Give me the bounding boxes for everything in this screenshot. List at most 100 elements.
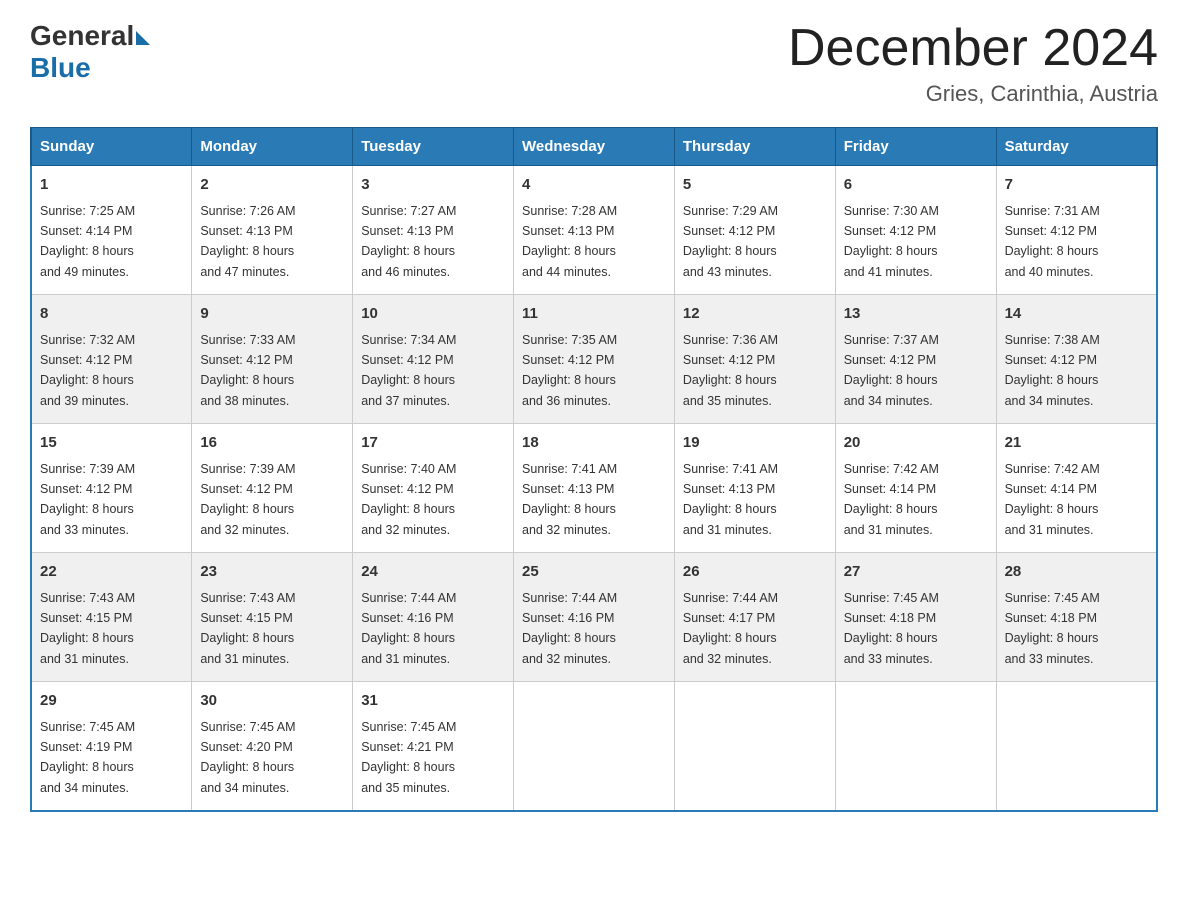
day-number: 14 bbox=[1005, 303, 1148, 326]
day-info: Sunrise: 7:39 AMSunset: 4:12 PMDaylight:… bbox=[40, 462, 135, 537]
calendar-day-cell: 7 Sunrise: 7:31 AMSunset: 4:12 PMDaylight… bbox=[996, 166, 1157, 295]
day-info: Sunrise: 7:30 AMSunset: 4:12 PMDaylight:… bbox=[844, 204, 939, 279]
day-number: 17 bbox=[361, 432, 505, 455]
calendar-col-header: Saturday bbox=[996, 128, 1157, 166]
day-info: Sunrise: 7:33 AMSunset: 4:12 PMDaylight:… bbox=[200, 333, 295, 408]
calendar-day-cell: 12 Sunrise: 7:36 AMSunset: 4:12 PMDayligh… bbox=[674, 295, 835, 424]
calendar-day-cell: 11 Sunrise: 7:35 AMSunset: 4:12 PMDayligh… bbox=[514, 295, 675, 424]
calendar-table: SundayMondayTuesdayWednesdayThursdayFrid… bbox=[30, 127, 1158, 812]
day-number: 23 bbox=[200, 561, 344, 584]
day-number: 7 bbox=[1005, 174, 1148, 197]
calendar-day-cell: 14 Sunrise: 7:38 AMSunset: 4:12 PMDayligh… bbox=[996, 295, 1157, 424]
title-area: December 2024 Gries, Carinthia, Austria bbox=[788, 20, 1158, 107]
day-number: 31 bbox=[361, 690, 505, 713]
calendar-day-cell: 15 Sunrise: 7:39 AMSunset: 4:12 PMDayligh… bbox=[31, 424, 192, 553]
calendar-col-header: Thursday bbox=[674, 128, 835, 166]
calendar-week-row: 22 Sunrise: 7:43 AMSunset: 4:15 PMDayligh… bbox=[31, 553, 1157, 682]
calendar-day-cell bbox=[674, 682, 835, 812]
day-info: Sunrise: 7:27 AMSunset: 4:13 PMDaylight:… bbox=[361, 204, 456, 279]
calendar-day-cell: 31 Sunrise: 7:45 AMSunset: 4:21 PMDayligh… bbox=[353, 682, 514, 812]
day-info: Sunrise: 7:45 AMSunset: 4:19 PMDaylight:… bbox=[40, 720, 135, 795]
day-info: Sunrise: 7:45 AMSunset: 4:21 PMDaylight:… bbox=[361, 720, 456, 795]
page-header: General Blue December 2024 Gries, Carint… bbox=[30, 20, 1158, 107]
calendar-col-header: Wednesday bbox=[514, 128, 675, 166]
day-number: 30 bbox=[200, 690, 344, 713]
day-info: Sunrise: 7:41 AMSunset: 4:13 PMDaylight:… bbox=[522, 462, 617, 537]
day-info: Sunrise: 7:45 AMSunset: 4:18 PMDaylight:… bbox=[844, 591, 939, 666]
day-number: 22 bbox=[40, 561, 183, 584]
calendar-day-cell: 24 Sunrise: 7:44 AMSunset: 4:16 PMDayligh… bbox=[353, 553, 514, 682]
day-number: 5 bbox=[683, 174, 827, 197]
calendar-day-cell: 26Sunrise: 7:44 AMSunset: 4:17 PMDayligh… bbox=[674, 553, 835, 682]
calendar-week-row: 8 Sunrise: 7:32 AMSunset: 4:12 PMDaylight… bbox=[31, 295, 1157, 424]
day-number: 11 bbox=[522, 303, 666, 326]
day-info: Sunrise: 7:38 AMSunset: 4:12 PMDaylight:… bbox=[1005, 333, 1100, 408]
calendar-day-cell: 23 Sunrise: 7:43 AMSunset: 4:15 PMDayligh… bbox=[192, 553, 353, 682]
day-number: 3 bbox=[361, 174, 505, 197]
day-info: Sunrise: 7:31 AMSunset: 4:12 PMDaylight:… bbox=[1005, 204, 1100, 279]
calendar-col-header: Monday bbox=[192, 128, 353, 166]
day-number: 13 bbox=[844, 303, 988, 326]
day-info: Sunrise: 7:28 AMSunset: 4:13 PMDaylight:… bbox=[522, 204, 617, 279]
calendar-day-cell: 4Sunrise: 7:28 AMSunset: 4:13 PMDaylight… bbox=[514, 166, 675, 295]
logo: General Blue bbox=[30, 20, 150, 84]
day-number: 6 bbox=[844, 174, 988, 197]
calendar-day-cell: 27 Sunrise: 7:45 AMSunset: 4:18 PMDayligh… bbox=[835, 553, 996, 682]
day-info: Sunrise: 7:35 AMSunset: 4:12 PMDaylight:… bbox=[522, 333, 617, 408]
day-info: Sunrise: 7:44 AMSunset: 4:16 PMDaylight:… bbox=[522, 591, 617, 666]
day-info: Sunrise: 7:37 AMSunset: 4:12 PMDaylight:… bbox=[844, 333, 939, 408]
calendar-day-cell bbox=[514, 682, 675, 812]
day-info: Sunrise: 7:40 AMSunset: 4:12 PMDaylight:… bbox=[361, 462, 456, 537]
location-subtitle: Gries, Carinthia, Austria bbox=[788, 81, 1158, 107]
calendar-day-cell: 3 Sunrise: 7:27 AMSunset: 4:13 PMDaylight… bbox=[353, 166, 514, 295]
logo-general-text: General bbox=[30, 20, 134, 52]
calendar-day-cell: 5Sunrise: 7:29 AMSunset: 4:12 PMDaylight… bbox=[674, 166, 835, 295]
calendar-day-cell: 13 Sunrise: 7:37 AMSunset: 4:12 PMDayligh… bbox=[835, 295, 996, 424]
calendar-day-cell: 30 Sunrise: 7:45 AMSunset: 4:20 PMDayligh… bbox=[192, 682, 353, 812]
day-info: Sunrise: 7:44 AMSunset: 4:16 PMDaylight:… bbox=[361, 591, 456, 666]
day-info: Sunrise: 7:41 AMSunset: 4:13 PMDaylight:… bbox=[683, 462, 778, 537]
calendar-day-cell: 25Sunrise: 7:44 AMSunset: 4:16 PMDayligh… bbox=[514, 553, 675, 682]
day-number: 12 bbox=[683, 303, 827, 326]
day-info: Sunrise: 7:34 AMSunset: 4:12 PMDaylight:… bbox=[361, 333, 456, 408]
day-info: Sunrise: 7:43 AMSunset: 4:15 PMDaylight:… bbox=[200, 591, 295, 666]
calendar-day-cell bbox=[835, 682, 996, 812]
calendar-header-row: SundayMondayTuesdayWednesdayThursdayFrid… bbox=[31, 128, 1157, 166]
calendar-day-cell bbox=[996, 682, 1157, 812]
calendar-day-cell: 16Sunrise: 7:39 AMSunset: 4:12 PMDayligh… bbox=[192, 424, 353, 553]
calendar-day-cell: 22Sunrise: 7:43 AMSunset: 4:15 PMDayligh… bbox=[31, 553, 192, 682]
calendar-day-cell: 2Sunrise: 7:26 AMSunset: 4:13 PMDaylight… bbox=[192, 166, 353, 295]
day-number: 27 bbox=[844, 561, 988, 584]
calendar-day-cell: 10 Sunrise: 7:34 AMSunset: 4:12 PMDayligh… bbox=[353, 295, 514, 424]
day-number: 18 bbox=[522, 432, 666, 455]
day-number: 24 bbox=[361, 561, 505, 584]
calendar-day-cell: 19Sunrise: 7:41 AMSunset: 4:13 PMDayligh… bbox=[674, 424, 835, 553]
day-number: 1 bbox=[40, 174, 183, 197]
day-number: 10 bbox=[361, 303, 505, 326]
calendar-col-header: Sunday bbox=[31, 128, 192, 166]
day-number: 8 bbox=[40, 303, 183, 326]
calendar-day-cell: 9Sunrise: 7:33 AMSunset: 4:12 PMDaylight… bbox=[192, 295, 353, 424]
calendar-col-header: Friday bbox=[835, 128, 996, 166]
day-info: Sunrise: 7:32 AMSunset: 4:12 PMDaylight:… bbox=[40, 333, 135, 408]
day-number: 28 bbox=[1005, 561, 1148, 584]
day-number: 2 bbox=[200, 174, 344, 197]
day-info: Sunrise: 7:36 AMSunset: 4:12 PMDaylight:… bbox=[683, 333, 778, 408]
day-info: Sunrise: 7:25 AMSunset: 4:14 PMDaylight:… bbox=[40, 204, 135, 279]
day-info: Sunrise: 7:45 AMSunset: 4:20 PMDaylight:… bbox=[200, 720, 295, 795]
calendar-week-row: 1 Sunrise: 7:25 AMSunset: 4:14 PMDaylight… bbox=[31, 166, 1157, 295]
calendar-col-header: Tuesday bbox=[353, 128, 514, 166]
day-number: 16 bbox=[200, 432, 344, 455]
calendar-day-cell: 20 Sunrise: 7:42 AMSunset: 4:14 PMDayligh… bbox=[835, 424, 996, 553]
calendar-week-row: 29Sunrise: 7:45 AMSunset: 4:19 PMDayligh… bbox=[31, 682, 1157, 812]
day-number: 26 bbox=[683, 561, 827, 584]
day-number: 15 bbox=[40, 432, 183, 455]
calendar-day-cell: 28Sunrise: 7:45 AMSunset: 4:18 PMDayligh… bbox=[996, 553, 1157, 682]
calendar-day-cell: 17 Sunrise: 7:40 AMSunset: 4:12 PMDayligh… bbox=[353, 424, 514, 553]
calendar-day-cell: 21Sunrise: 7:42 AMSunset: 4:14 PMDayligh… bbox=[996, 424, 1157, 553]
day-info: Sunrise: 7:42 AMSunset: 4:14 PMDaylight:… bbox=[844, 462, 939, 537]
calendar-day-cell: 8 Sunrise: 7:32 AMSunset: 4:12 PMDaylight… bbox=[31, 295, 192, 424]
calendar-day-cell: 29Sunrise: 7:45 AMSunset: 4:19 PMDayligh… bbox=[31, 682, 192, 812]
calendar-day-cell: 1 Sunrise: 7:25 AMSunset: 4:14 PMDaylight… bbox=[31, 166, 192, 295]
day-number: 20 bbox=[844, 432, 988, 455]
